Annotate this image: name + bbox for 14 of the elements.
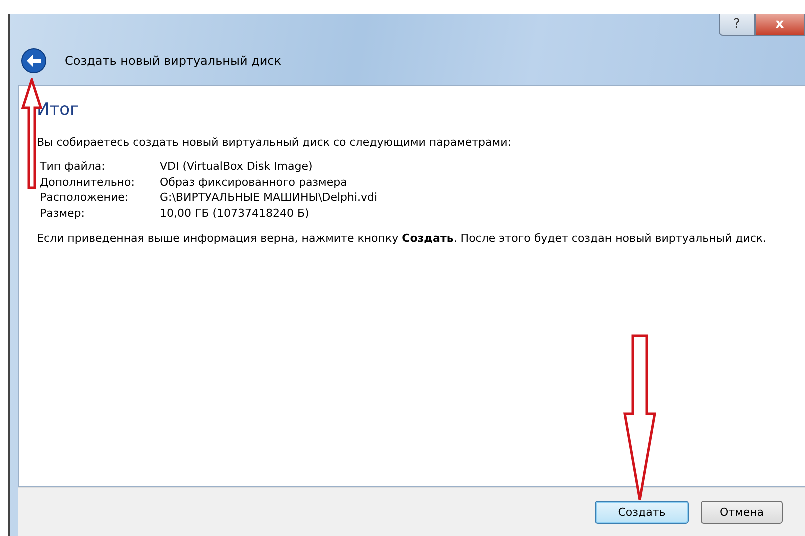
cancel-button[interactable]: Отмена [701,500,783,524]
param-value: G:\ВИРТУАЛЬНЫЕ МАШИНЫ\Delphi.vdi [160,190,379,206]
create-button[interactable]: Создать [595,500,689,524]
param-label: Дополнительно: [40,174,136,190]
help-button[interactable]: ? [719,14,755,36]
param-value: 10,00 ГБ (10737418240 Б) [160,206,310,221]
param-label: Расположение: [40,190,130,206]
param-label: Размер: [40,206,86,221]
param-value: VDI (VirtualBox Disk Image) [160,159,314,174]
param-label: Тип файла: [40,159,106,174]
note-text: Если приведенная выше информация верна, нажмите кнопку Создать. После этого будет создан новый виртуальный диск. [37,231,768,247]
intro-text: Вы собираетесь создать новый виртуальный диск со следующими параметрами: [37,136,512,149]
param-value: Образ фиксированного размера [160,174,348,190]
window-title: Создать новый виртуальный диск [65,54,282,68]
